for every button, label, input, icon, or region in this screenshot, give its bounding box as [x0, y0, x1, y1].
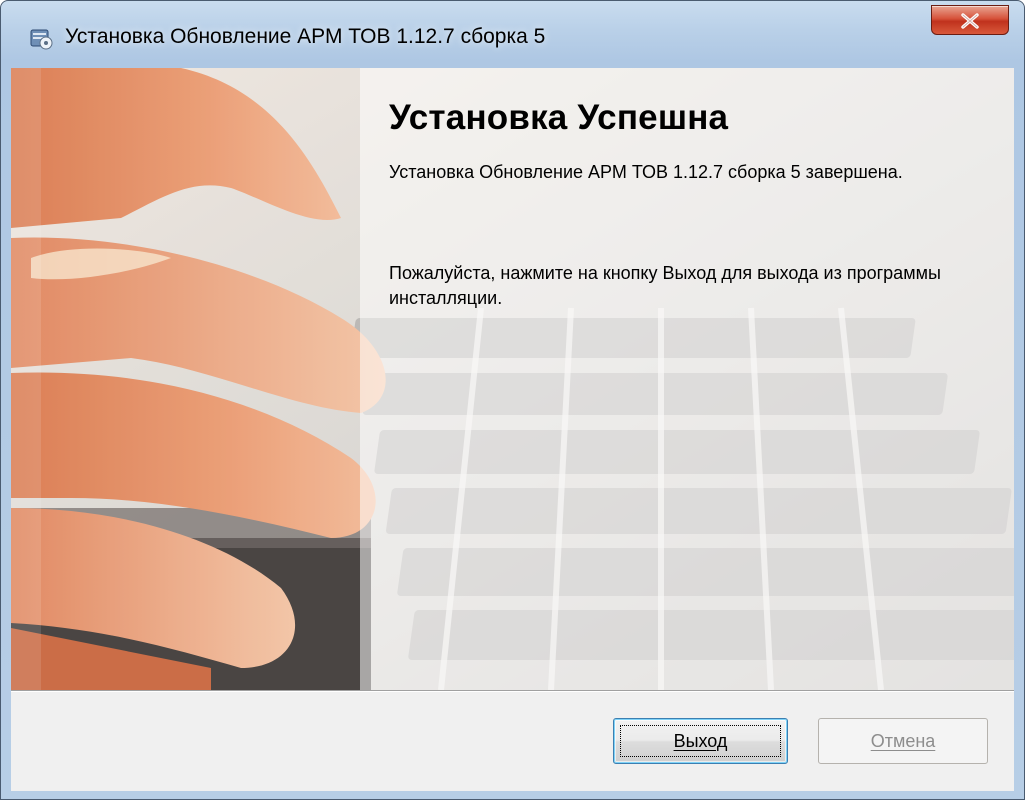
- cancel-button[interactable]: Отмена: [818, 718, 988, 764]
- exit-instruction: Пожалуйста, нажмите на кнопку Выход для …: [389, 263, 941, 308]
- window-title: Установка Обновление АРМ ТОВ 1.12.7 сбор…: [65, 25, 546, 48]
- exit-button[interactable]: Выход: [613, 718, 788, 764]
- content-panel: Установка Успешна Установка Обновление А…: [11, 68, 1014, 690]
- page-title: Установка Успешна: [389, 98, 729, 137]
- close-button[interactable]: [931, 5, 1009, 35]
- focus-rectangle: [620, 725, 781, 757]
- completion-message: Установка Обновление АРМ ТОВ 1.12.7 сбор…: [389, 162, 903, 182]
- image-strip: [11, 68, 360, 690]
- installer-icon: [28, 25, 54, 51]
- title-bar[interactable]: Установка Обновление АРМ ТОВ 1.12.7 сбор…: [1, 1, 1024, 67]
- divider: [11, 691, 1014, 692]
- installer-window: Установка Обновление АРМ ТОВ 1.12.7 сбор…: [0, 0, 1025, 800]
- cancel-button-label: Отмена: [870, 731, 936, 751]
- button-bar: Выход Отмена: [11, 690, 1014, 791]
